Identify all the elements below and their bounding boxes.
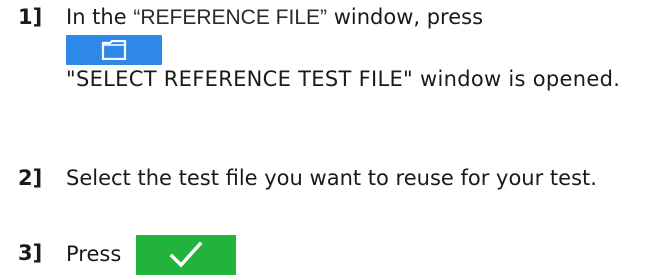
open-folder-button[interactable] (66, 35, 162, 65)
step-result: "SELECT REFERENCE TEST FILE" window is o… (66, 67, 621, 91)
step-number: 1] (18, 5, 43, 29)
step-text: In the “REFERENCE FILE” window, press "S… (66, 4, 638, 93)
window-name: “REFERENCE FILE” (133, 6, 328, 29)
checkmark-icon (169, 241, 203, 268)
step-suffix: window, press (327, 5, 484, 29)
step-text: Press (66, 234, 638, 275)
step-number: 2] (18, 166, 43, 190)
step-prefix: In the (66, 5, 134, 29)
confirm-button[interactable] (135, 235, 236, 275)
step-number: 3] (18, 241, 43, 265)
press-label: Press (66, 242, 122, 266)
step-text: Select the test file you want to reuse f… (66, 166, 597, 190)
folder-icon (101, 40, 127, 60)
